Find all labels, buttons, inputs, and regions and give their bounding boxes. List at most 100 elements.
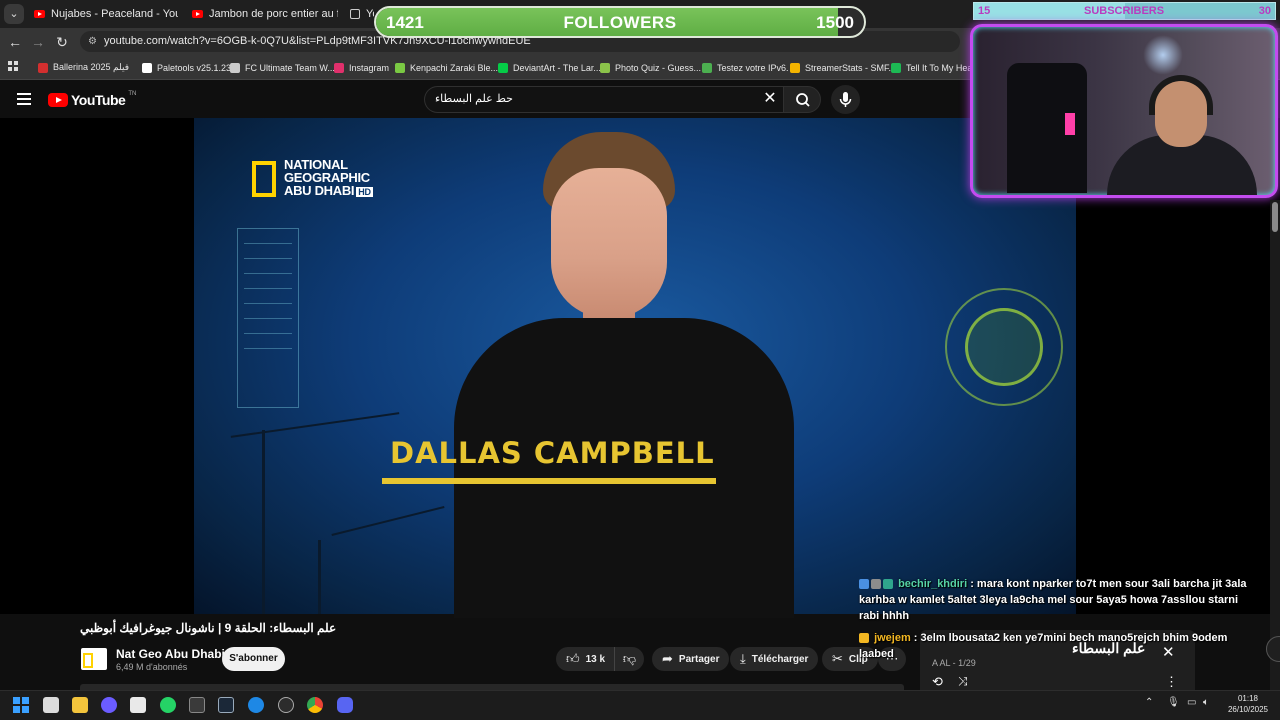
chat-text: : 3elm lbousata2 ken ye7mini bech mano5r… [859, 632, 1228, 660]
side-round-button[interactable] [1266, 636, 1280, 662]
browser-tab[interactable]: Jambon de porc entier au four| × [186, 2, 338, 26]
channel-avatar[interactable] [81, 648, 107, 670]
tab-title: Nujabes - Peaceland - YouTube [51, 8, 178, 20]
scrollbar-thumb[interactable] [1272, 202, 1278, 232]
windows-start-icon[interactable] [13, 697, 29, 713]
followers-current: 1421 [386, 13, 424, 32]
subscribers-label: SUBSCRIBERS [1084, 5, 1165, 17]
app-dark-icon[interactable] [278, 697, 294, 713]
bookmark-favicon-icon [395, 62, 405, 73]
bookmark-favicon-icon [334, 62, 344, 73]
youtube-play-icon [48, 93, 68, 107]
page-favicon-icon [350, 9, 360, 19]
bookmark-item[interactable]: Photo Quiz - Guess... [600, 60, 701, 75]
bookmark-label: Paletools v25.1.23 [157, 62, 232, 73]
followers-goal-bar: FOLLOWERS 1421 1500 [374, 6, 866, 38]
bookmark-label: FC Ultimate Team W... [245, 62, 335, 73]
channel-subscriber-count: 6,49 M d'abonnés [116, 662, 188, 672]
channel-name[interactable]: Nat Geo Abu Dhabi [116, 647, 225, 661]
voice-search-button[interactable] [831, 85, 860, 114]
thumbs-up-icon: 👍︎ [566, 651, 580, 666]
bookmark-item[interactable]: Kenpachi Zaraki Ble... [395, 60, 498, 75]
task-view-icon[interactable] [43, 697, 59, 713]
display-icon[interactable]: ▭ [1187, 697, 1196, 708]
bookmark-label: Instagram [349, 62, 390, 73]
followers-label: FOLLOWERS [563, 13, 677, 32]
tab-search-button[interactable]: ⌄ [4, 4, 24, 24]
forward-arrow-icon[interactable]: → [28, 32, 48, 52]
microphone-tray-icon[interactable]: 🎙︎ [1167, 697, 1180, 708]
site-info-icon[interactable]: ⚙ [88, 31, 97, 52]
download-label: Télécharger [751, 653, 809, 665]
scissors-icon: ✂ [832, 651, 843, 666]
steam-icon[interactable] [218, 697, 234, 713]
natgeo-abu-dhabi-logo: NATIONAL GEOGRAPHIC ABU DHABI HD [252, 158, 373, 199]
youtube-logo[interactable]: YouTube TN [48, 91, 137, 108]
clear-search-icon[interactable]: ✕ [760, 88, 780, 110]
bookmark-item[interactable]: Paletools v25.1.23 [142, 60, 231, 75]
dislike-button[interactable]: 👎︎ [614, 647, 644, 671]
bookmark-item[interactable]: StreamerStats - SMF... [790, 60, 896, 75]
bookmark-favicon-icon [38, 62, 48, 73]
snipping-tool-icon[interactable] [130, 697, 146, 713]
bookmark-item[interactable]: DeviantArt - The Lar... [498, 60, 601, 75]
search-button[interactable] [783, 86, 821, 113]
chat-badge-icon [871, 579, 881, 590]
bookmark-label: Testez votre IPv6. [717, 62, 789, 73]
whatsapp-icon[interactable] [160, 697, 176, 713]
reload-icon[interactable]: ↻ [52, 32, 72, 52]
search-query: حط علم البسطاء [435, 93, 513, 105]
bookmark-item[interactable]: Tell It To My Heart [891, 60, 978, 75]
system-clock[interactable]: 01:18 26/10/2025 [1222, 693, 1274, 715]
app-ring-icon[interactable] [101, 697, 117, 713]
bookmark-favicon-icon [498, 62, 508, 73]
followers-goal: 1500 [816, 13, 854, 32]
bookmark-item[interactable]: FC Ultimate Team W... [230, 60, 335, 75]
shuffle-icon[interactable]: ⤨ [958, 674, 968, 689]
subscribe-button[interactable]: S'abonner [222, 647, 285, 671]
subscribers-goal-bar: 15 SUBSCRIBERS 30 [973, 2, 1276, 20]
bookmark-item[interactable]: Ballerina 2025 فيلم [38, 60, 129, 75]
search-input[interactable]: حط علم البسطاء [424, 86, 786, 113]
chat-badge-icon [883, 579, 893, 590]
chat-message: jwejem : 3elm lbousata2 ken ye7mini bech… [859, 630, 1259, 662]
like-button[interactable]: 👍︎ 13 k [556, 647, 614, 671]
loop-icon[interactable]: ⟲ [932, 674, 943, 690]
hud-panel-graphic [237, 228, 299, 408]
discord-icon[interactable] [337, 697, 353, 713]
hud-circle-graphic [965, 308, 1043, 386]
subscribers-current: 15 [978, 5, 991, 17]
apps-grid-icon[interactable] [8, 61, 18, 71]
bookmark-favicon-icon [142, 62, 152, 73]
app-blue-icon[interactable] [248, 697, 264, 713]
file-explorer-icon[interactable] [72, 697, 88, 713]
app-cube-icon[interactable] [189, 697, 205, 713]
thumbs-down-icon: 👎︎ [622, 651, 637, 666]
browser-tab[interactable]: You [344, 2, 374, 26]
more-vertical-icon[interactable]: ⋮ [1165, 674, 1178, 690]
speaker-icon[interactable]: 🔈︎ [1203, 697, 1209, 708]
chat-badge-icon [859, 633, 869, 644]
lower-third-bar [382, 478, 716, 484]
chrome-icon[interactable] [307, 697, 323, 713]
youtube-wordmark: YouTube [71, 92, 126, 108]
share-button[interactable]: ➦ Partager [652, 647, 730, 671]
country-code: TN [128, 91, 137, 97]
back-arrow-icon[interactable]: ← [5, 32, 25, 52]
download-icon: ⤓ [740, 651, 746, 666]
hamburger-menu-icon[interactable] [17, 93, 31, 105]
bookmark-item[interactable]: Instagram [334, 60, 389, 75]
clock-time: 01:18 [1237, 694, 1259, 703]
chevron-up-icon[interactable]: ⌃ [1145, 697, 1153, 708]
share-arrow-icon: ➦ [662, 651, 673, 666]
bookmark-favicon-icon [891, 62, 901, 73]
download-button[interactable]: ⤓ Télécharger [730, 647, 819, 671]
page-scrollbar[interactable] [1270, 200, 1280, 690]
browser-tab[interactable]: Nujabes - Peaceland - YouTube × [28, 2, 178, 26]
chat-message: bechir_khdiri : mara kont nparker to7t m… [859, 576, 1259, 624]
chat-badge-icon [859, 579, 869, 590]
bookmark-label: Photo Quiz - Guess... [615, 62, 702, 73]
presenter-face [551, 168, 667, 318]
bookmark-label: StreamerStats - SMF... [805, 62, 897, 73]
bookmark-item[interactable]: Testez votre IPv6. [702, 60, 789, 75]
